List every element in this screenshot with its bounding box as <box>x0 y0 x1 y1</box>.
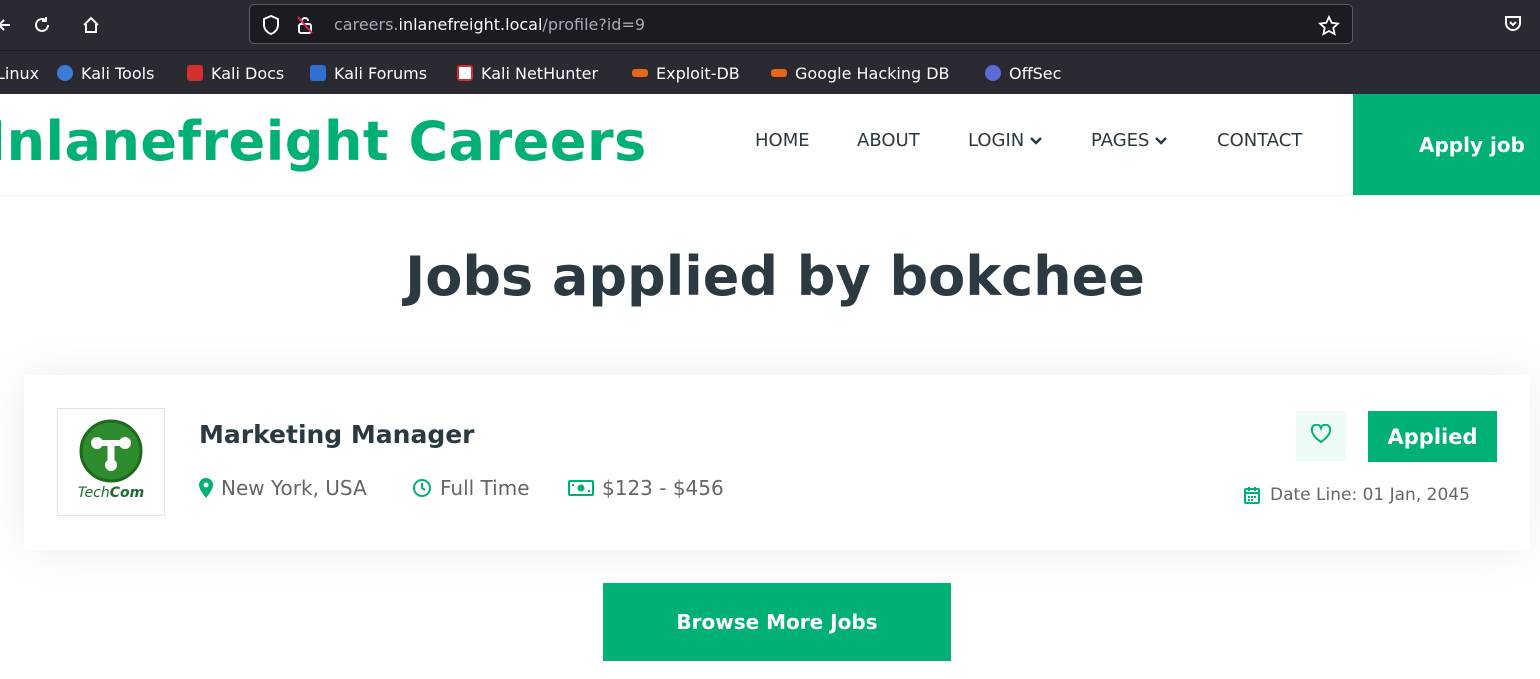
chevron-down-icon <box>1155 130 1168 151</box>
map-marker-icon <box>199 478 213 498</box>
clock-icon <box>412 478 432 498</box>
url-text[interactable]: careers.inlanefreight.local/profile?id=9 <box>334 15 645 34</box>
site-brand[interactable]: Inlanefreight Careers <box>0 110 647 173</box>
company-logo[interactable]: TechCom <box>57 408 165 516</box>
bookmark-offsec[interactable]: OffSec <box>985 62 1061 84</box>
nav-about[interactable]: ABOUT <box>857 130 920 151</box>
applied-button[interactable]: Applied <box>1368 411 1497 462</box>
kali-docs-icon <box>187 65 203 81</box>
bookmark-kali-tools[interactable]: Kali Tools <box>57 62 154 84</box>
ghdb-icon <box>771 69 787 77</box>
chevron-down-icon <box>1030 130 1043 151</box>
money-bill-icon <box>568 480 594 496</box>
kali-nethunter-icon <box>457 65 473 81</box>
bookmarks-bar: Linux Kali Tools Kali Docs Kali Forums K… <box>0 50 1540 95</box>
reload-icon[interactable] <box>29 12 55 38</box>
heart-icon <box>1310 423 1332 448</box>
offsec-icon <box>985 65 1001 81</box>
job-title[interactable]: Marketing Manager <box>199 420 475 449</box>
kali-tools-icon <box>57 65 73 81</box>
bookmark-kali-docs[interactable]: Kali Docs <box>187 62 284 84</box>
browse-more-jobs-button[interactable]: Browse More Jobs <box>603 583 951 661</box>
shield-icon[interactable] <box>262 14 280 39</box>
home-icon[interactable] <box>78 12 104 38</box>
page-title: Jobs applied by bokchee <box>405 245 1145 308</box>
bookmark-kali-nethunter[interactable]: Kali NetHunter <box>457 62 598 84</box>
nav-pages[interactable]: PAGES <box>1091 130 1168 151</box>
job-date-line: Date Line: 01 Jan, 2045 <box>1244 485 1470 505</box>
bookmark-star-icon[interactable] <box>1317 14 1341 41</box>
nav-home[interactable]: HOME <box>755 130 810 151</box>
insecure-lock-icon[interactable] <box>296 15 314 39</box>
bookmark-exploit-db[interactable]: Exploit-DB <box>632 62 740 84</box>
job-salary: $123 - $456 <box>568 476 724 500</box>
back-arrow-icon[interactable] <box>0 12 18 38</box>
kali-forums-icon <box>310 65 326 81</box>
company-logo-caption: TechCom <box>77 485 145 501</box>
job-card: TechCom Marketing Manager New York, USA … <box>24 375 1530 550</box>
apply-job-button[interactable]: Apply job <box>1353 94 1540 195</box>
site-header: Inlanefreight Careers HOME ABOUT LOGIN P… <box>0 94 1540 196</box>
calendar-icon <box>1244 486 1260 504</box>
bookmark-linux[interactable]: Linux <box>0 62 39 84</box>
pocket-icon[interactable] <box>1503 14 1523 38</box>
browser-toolbar: careers.inlanefreight.local/profile?id=9 <box>0 0 1540 50</box>
favorite-button[interactable] <box>1296 411 1346 461</box>
bookmark-google-hacking-db[interactable]: Google Hacking DB <box>771 62 950 84</box>
address-bar[interactable]: careers.inlanefreight.local/profile?id=9 <box>249 4 1353 44</box>
nav-login[interactable]: LOGIN <box>968 130 1043 151</box>
job-type: Full Time <box>412 476 530 500</box>
bookmark-kali-forums[interactable]: Kali Forums <box>310 62 427 84</box>
job-location: New York, USA <box>199 476 367 500</box>
nav-contact[interactable]: CONTACT <box>1217 130 1302 151</box>
techcom-logo-icon <box>79 419 143 483</box>
exploit-db-icon <box>632 69 648 77</box>
